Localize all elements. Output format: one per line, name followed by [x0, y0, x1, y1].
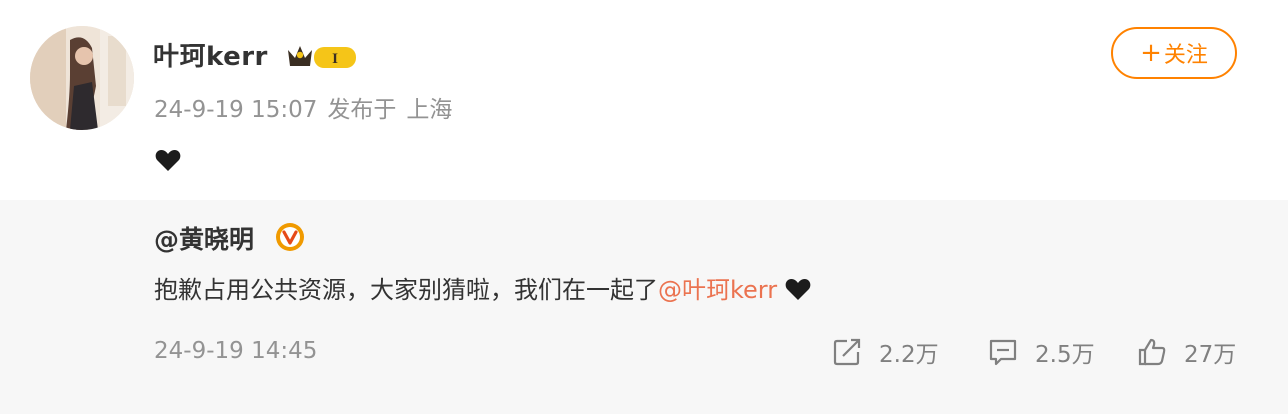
share-icon: [833, 338, 861, 366]
weibo-post: 叶珂kerr I 24-9-19 15:07 发布于 上海 + 关注: [0, 0, 1288, 200]
comment-count: 2.5万: [1035, 342, 1095, 368]
like-count: 27万: [1184, 342, 1237, 368]
post-meta: 24-9-19 15:07 发布于 上海: [154, 90, 462, 124]
follow-button[interactable]: + 关注: [1111, 27, 1237, 79]
avatar[interactable]: [30, 26, 134, 130]
repost-author[interactable]: @黄晓明: [154, 220, 254, 256]
like-button[interactable]: 27万: [1136, 335, 1236, 369]
repost-text: 抱歉占用公共资源，大家别猜啦，我们在一起了@叶珂kerr: [154, 270, 811, 305]
share-count: 2.2万: [879, 342, 939, 368]
repost-text-body: 抱歉占用公共资源，大家别猜啦，我们在一起了: [154, 276, 658, 304]
member-level-text: I: [332, 51, 338, 67]
mention-link[interactable]: @叶珂kerr: [658, 276, 777, 304]
follow-button-label: 关注: [1163, 43, 1208, 68]
action-bar: 2.2万 2.5万 27万: [0, 335, 1288, 375]
share-button[interactable]: 2.2万: [831, 335, 939, 369]
comment-icon: [989, 339, 1017, 366]
post-location-prefix: 发布于: [327, 97, 397, 123]
post-location: 上海: [406, 97, 453, 123]
username[interactable]: 叶珂kerr: [153, 36, 268, 73]
heart-icon: [785, 279, 811, 300]
repost-card[interactable]: @黄晓明 抱歉占用公共资源，大家别猜啦，我们在一起了@叶珂kerr 24-9-1…: [0, 200, 1288, 414]
member-crown-icon[interactable]: I: [286, 40, 358, 72]
thumbs-up-icon: [1138, 338, 1166, 366]
heart-icon: [155, 150, 181, 171]
plus-icon: +: [1140, 38, 1162, 68]
verified-badge-icon: [276, 223, 304, 251]
post-timestamp: 24-9-19 15:07: [154, 97, 318, 123]
comment-button[interactable]: 2.5万: [987, 335, 1095, 369]
